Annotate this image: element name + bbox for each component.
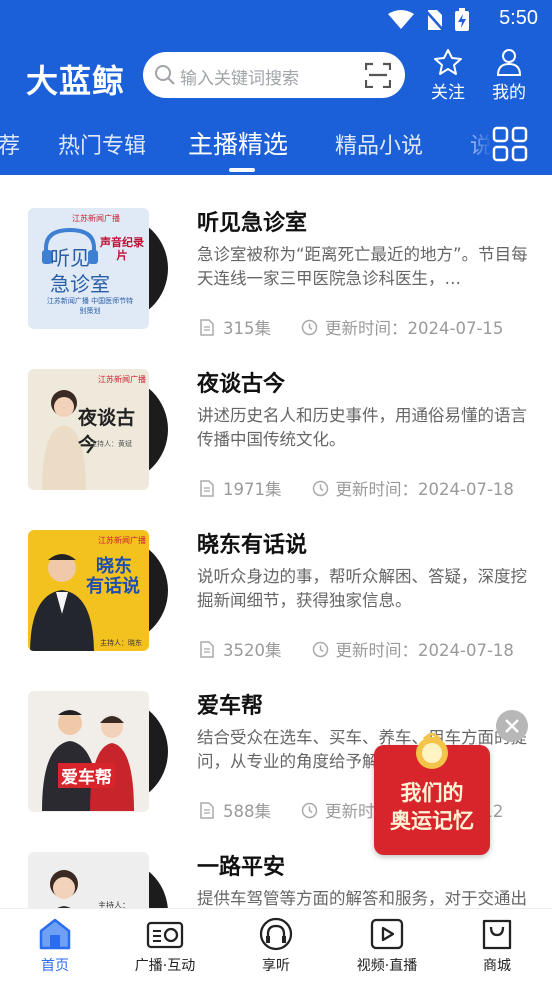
tab-novels[interactable]: 精品小说 — [335, 128, 423, 160]
cover-station-text: 江苏新闻广播 — [98, 536, 146, 545]
app-header: 5:50 大蓝鲸 输入关键词搜索 关注 我的 荐 热门专辑 主播精选 精品小说 … — [0, 0, 552, 175]
cover-big-text-2: 急诊室 — [50, 272, 110, 296]
cover-image: 江苏新闻广播 晓东 有话说 主持人：晓东 — [28, 530, 149, 651]
clock-icon — [312, 641, 328, 657]
cover-image: 江苏新闻广播 夜谈古今 主持人：黄斌 — [28, 369, 149, 490]
video-icon — [370, 918, 404, 950]
cover-station-text: 江苏新闻广播 — [72, 214, 120, 223]
cover-big-text-1: 听见 — [50, 246, 90, 270]
item-description: 急诊室被称为“距离死亡最近的地方”。节目每天连线一家三甲医院急诊科医生，… — [197, 245, 528, 288]
cover-host-text: 主持人：晓东 — [100, 639, 142, 647]
bottom-navigation: 首页 广播·互动 享听 视频·直播 商城 — [0, 908, 552, 981]
document-icon — [200, 318, 214, 336]
nav-home[interactable]: 首页 — [10, 917, 100, 975]
nav-listen[interactable]: 享听 — [231, 917, 321, 975]
scan-icon[interactable] — [365, 62, 391, 88]
clock-icon — [312, 480, 328, 496]
promo-line-2: 奥运记忆 — [390, 808, 474, 833]
promo-line-1: 我们的 — [400, 780, 464, 805]
shop-bag-icon — [482, 919, 512, 950]
hosts-portrait-art — [42, 710, 134, 811]
anniversary-badge-icon — [416, 733, 448, 769]
mine-button[interactable]: 我的 — [486, 48, 532, 103]
nav-radio[interactable]: 广播·互动 — [120, 917, 210, 975]
item-title: 夜谈古今 — [197, 372, 286, 397]
list-item[interactable]: 江苏新闻广播 夜谈古今 主持人：黄斌 夜谈古今 讲述历史名人和历史事件，用通俗易… — [0, 336, 552, 499]
tab-host-picks[interactable]: 主播精选 — [188, 125, 288, 161]
mine-label: 我的 — [492, 83, 526, 103]
search-placeholder: 输入关键词搜索 — [180, 69, 299, 89]
tab-hot-albums[interactable]: 热门专辑 — [58, 128, 146, 160]
list-item[interactable]: 江苏新闻广播 声音纪录片 听见 急诊室 江苏新闻广播 中国医师节特别策划 听见急… — [0, 175, 552, 338]
cover-sub-text: 江苏新闻广播 中国医师节特别策划 — [46, 297, 134, 315]
promo-close-button[interactable] — [496, 710, 528, 742]
nav-video-label: 视频·直播 — [356, 958, 418, 974]
document-icon — [200, 640, 214, 658]
item-description: 说听众身边的事，帮听众解困、答疑，深度挖掘新闻细节，获得独家信息。 — [197, 567, 527, 610]
item-title: 晓东有话说 — [197, 533, 308, 558]
cover-image: 江苏新闻广播 声音纪录片 听见 急诊室 江苏新闻广播 中国医师节特别策划 — [28, 208, 149, 329]
item-description: 讲述历史名人和历史事件，用通俗易懂的语言传播中国传统文化。 — [197, 406, 527, 449]
follow-label: 关注 — [431, 83, 465, 103]
list-item[interactable]: 江苏新闻广播 晓东 有话说 主持人：晓东 晓东有话说 说听众身边的事，帮听众解困… — [0, 497, 552, 660]
cover-station-text: 江苏新闻广播 — [98, 375, 146, 384]
wifi-icon — [388, 10, 414, 29]
home-icon — [39, 918, 71, 950]
document-icon — [200, 801, 214, 819]
star-icon — [434, 49, 462, 75]
grid-menu-icon[interactable] — [490, 124, 530, 164]
cover-image: 爱车帮 — [28, 691, 149, 812]
search-box[interactable]: 输入关键词搜索 — [143, 52, 405, 98]
no-sim-icon — [425, 10, 444, 31]
headphones-icon — [259, 917, 293, 951]
status-bar: 5:50 — [0, 0, 552, 38]
nav-radio-label: 广播·互动 — [134, 958, 196, 974]
status-icons — [388, 8, 470, 32]
nav-shop-label: 商城 — [483, 958, 511, 974]
cover-big-text-1: 爱车帮 — [58, 763, 115, 788]
item-title: 一路平安 — [197, 855, 286, 880]
olympic-promo-banner[interactable]: 我们的 奥运记忆 — [374, 733, 490, 855]
host-portrait-art — [50, 870, 78, 908]
item-title: 听见急诊室 — [197, 211, 308, 236]
nav-video[interactable]: 视频·直播 — [342, 917, 432, 975]
item-description: 提供车驾管等方面的解答和服务，对于交通出行方面的问题给予解答。 — [197, 889, 527, 908]
app-brand: 大蓝鲸 — [26, 62, 126, 100]
cover-host-text: 主持人：黄斌 — [90, 440, 132, 448]
item-title: 爱车帮 — [197, 694, 264, 719]
nav-shop[interactable]: 商城 — [452, 917, 542, 975]
clock-icon — [301, 319, 318, 335]
nav-listen-label: 享听 — [262, 958, 290, 974]
document-icon — [200, 479, 214, 497]
cover-host-text: 主持人： — [98, 901, 130, 908]
cover-tag-text: 声音纪录片 — [100, 236, 144, 262]
radio-icon — [146, 921, 184, 949]
battery-charging-icon — [455, 8, 469, 31]
cover-big-text-2: 有话说 — [86, 576, 140, 597]
search-icon — [155, 65, 175, 85]
nav-home-label: 首页 — [41, 958, 69, 974]
tab-recommend[interactable]: 荐 — [0, 128, 20, 160]
status-time: 5:50 — [499, 7, 538, 29]
close-icon — [505, 719, 519, 733]
follow-button[interactable]: 关注 — [425, 48, 471, 103]
user-icon — [496, 49, 522, 76]
clock-icon — [301, 802, 318, 818]
cover-image: 主持人： — [28, 852, 149, 908]
active-tab-indicator — [229, 168, 255, 172]
